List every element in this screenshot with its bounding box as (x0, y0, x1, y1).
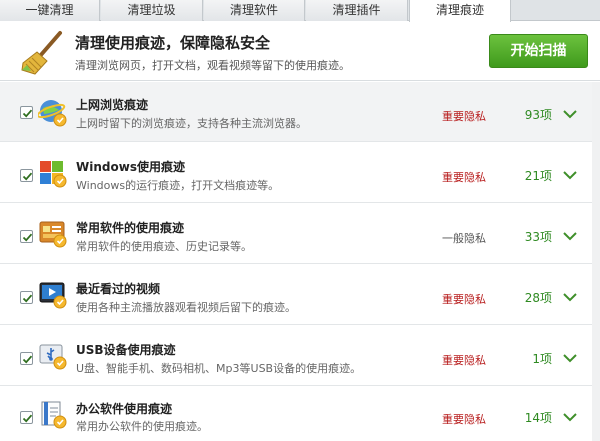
item-title: 上网浏览痕迹 (76, 98, 149, 112)
privacy-level-badge: 重要隐私 (442, 293, 486, 306)
software-icon (39, 221, 67, 248)
item-description: 常用办公软件的使用痕迹。 (76, 420, 208, 433)
privacy-level-badge: 重要隐私 (442, 354, 486, 367)
broom-icon (21, 31, 62, 75)
item-checkbox[interactable] (20, 169, 33, 182)
list-item[interactable]: 最近看过的视频 使用各种主流播放器观看视频后留下的痕迹。 重要隐私 28项 (0, 265, 600, 325)
item-description: U盘、智能手机、数码相机、Mp3等USB设备的使用痕迹。 (76, 362, 362, 375)
list-item[interactable]: Windows使用痕迹 Windows的运行痕迹，打开文档痕迹等。 重要隐私 2… (0, 143, 600, 203)
tab-bar: 一键清理 清理垃圾 清理软件 清理插件 清理痕迹 (0, 0, 600, 22)
item-count: 33项 (524, 230, 552, 244)
item-checkbox[interactable] (20, 230, 33, 243)
tab-clean-junk[interactable]: 清理垃圾 (101, 0, 203, 21)
privacy-level-badge: 重要隐私 (442, 110, 486, 123)
header-subtitle: 清理浏览网页，打开文档，观看视频等留下的使用痕迹。 (75, 59, 350, 72)
tab-one-click-clean[interactable]: 一键清理 (0, 0, 100, 21)
chevron-down-icon[interactable] (563, 231, 577, 241)
privacy-level-badge: 重要隐私 (442, 171, 486, 184)
privacy-level-badge: 重要隐私 (442, 413, 486, 426)
item-description: 上网时留下的浏览痕迹，支持各种主流浏览器。 (76, 117, 307, 130)
header-title: 清理使用痕迹，保障隐私安全 (75, 34, 271, 52)
header-panel: 清理使用痕迹，保障隐私安全 清理浏览网页，打开文档，观看视频等留下的使用痕迹。 … (0, 22, 600, 81)
item-title: 最近看过的视频 (76, 282, 161, 296)
list-item[interactable]: USB设备使用痕迹 U盘、智能手机、数码相机、Mp3等USB设备的使用痕迹。 重… (0, 326, 600, 386)
item-description: Windows的运行痕迹，打开文档痕迹等。 (76, 179, 280, 192)
video-icon (39, 282, 67, 309)
item-count: 1项 (532, 352, 552, 366)
privacy-level-badge: 一般隐私 (442, 232, 486, 245)
item-description: 常用软件的使用痕迹、历史记录等。 (76, 240, 252, 253)
chevron-down-icon[interactable] (563, 353, 577, 363)
chevron-down-icon[interactable] (563, 292, 577, 302)
item-count: 93项 (524, 108, 552, 122)
item-count: 14项 (524, 411, 552, 425)
item-title: Windows使用痕迹 (76, 160, 185, 174)
tab-clean-traces[interactable]: 清理痕迹 (409, 0, 511, 22)
item-checkbox[interactable] (20, 291, 33, 304)
item-title: 办公软件使用痕迹 (76, 402, 173, 416)
windows-icon (40, 161, 67, 188)
usb-icon (39, 344, 67, 370)
list-item[interactable]: 办公软件使用痕迹 常用办公软件的使用痕迹。 重要隐私 14项 (0, 387, 600, 441)
list-item[interactable]: 上网浏览痕迹 上网时留下的浏览痕迹，支持各种主流浏览器。 重要隐私 93项 (0, 82, 600, 142)
chevron-down-icon[interactable] (563, 412, 577, 422)
chevron-down-icon[interactable] (563, 109, 577, 119)
item-checkbox[interactable] (20, 352, 33, 365)
item-count: 21项 (524, 169, 552, 183)
item-checkbox[interactable] (20, 411, 33, 424)
chevron-down-icon[interactable] (563, 170, 577, 180)
browser-icon (38, 100, 67, 127)
item-description: 使用各种主流播放器观看视频后留下的痕迹。 (76, 301, 296, 314)
start-scan-button[interactable]: 开始扫描 (489, 34, 588, 68)
tab-clean-software[interactable]: 清理软件 (204, 0, 305, 21)
office-icon (41, 401, 67, 429)
item-count: 28项 (524, 291, 552, 305)
item-title: 常用软件的使用痕迹 (76, 221, 185, 235)
item-title: USB设备使用痕迹 (76, 343, 176, 357)
trace-category-list: 上网浏览痕迹 上网时留下的浏览痕迹，支持各种主流浏览器。 重要隐私 93项 Wi… (0, 82, 600, 441)
tab-clean-plugins[interactable]: 清理插件 (306, 0, 408, 21)
list-scrollbar[interactable] (592, 82, 600, 441)
list-item[interactable]: 常用软件的使用痕迹 常用软件的使用痕迹、历史记录等。 一般隐私 33项 (0, 204, 600, 264)
item-checkbox[interactable] (20, 106, 33, 119)
